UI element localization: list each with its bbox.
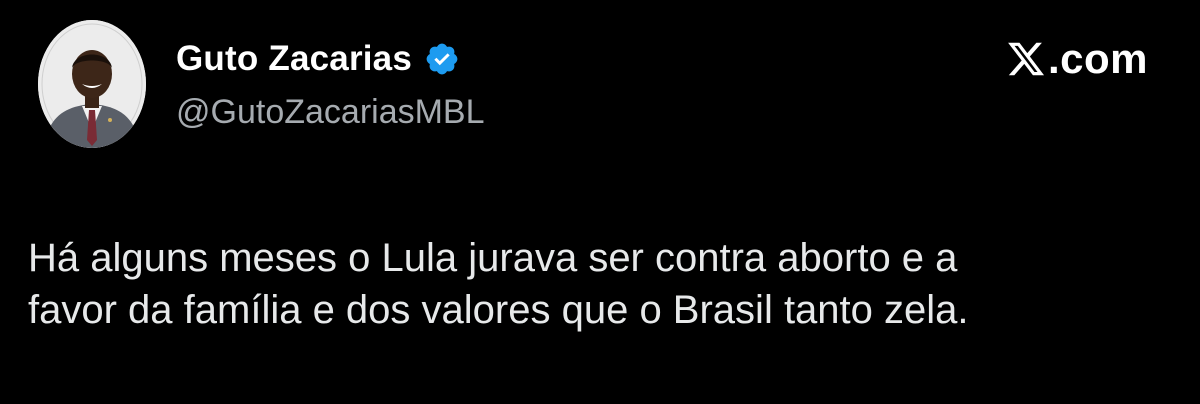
verified-badge-icon — [424, 41, 460, 77]
tweet-text-line: Há alguns meses o Lula jurava ser contra… — [28, 236, 958, 280]
x-logo-icon — [1006, 39, 1046, 79]
avatar[interactable] — [38, 20, 146, 148]
display-name-row: Guto Zacarias — [176, 36, 460, 82]
tweet-card: Guto Zacarias @GutoZacariasMBL .com Há a… — [0, 0, 1200, 404]
display-name[interactable]: Guto Zacarias — [176, 36, 412, 82]
handle[interactable]: @GutoZacariasMBL — [176, 90, 485, 134]
tweet-text: Há alguns meses o Lula jurava ser contra… — [28, 232, 1178, 336]
avatar-photo — [38, 20, 146, 148]
brand-label: .com — [1047, 35, 1148, 82]
brand: .com — [1006, 36, 1148, 82]
tweet-text-line: favor da família e dos valores que o Bra… — [28, 288, 969, 332]
